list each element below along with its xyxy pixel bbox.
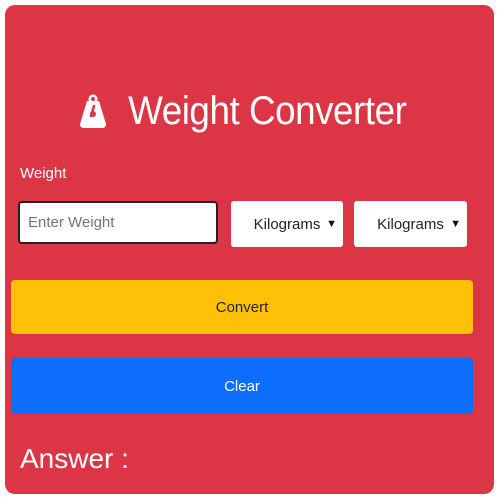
from-unit-value: Kilograms xyxy=(253,215,321,233)
title-row: Weight Converter xyxy=(5,81,494,141)
convert-button[interactable]: Convert xyxy=(11,280,473,334)
chevron-down-icon: ▼ xyxy=(326,218,337,230)
weight-input[interactable] xyxy=(18,201,218,244)
to-unit-select[interactable]: Kilograms ▼ xyxy=(354,201,467,247)
converter-card: Weight Converter Weight Kilograms ▼ Kilo… xyxy=(5,5,494,494)
clear-button[interactable]: Clear xyxy=(11,358,473,414)
to-unit-value: Kilograms xyxy=(377,215,444,233)
chevron-down-icon: ▼ xyxy=(450,218,461,230)
weight-label: Weight xyxy=(20,165,67,182)
answer-label: Answer : xyxy=(20,443,129,474)
from-unit-select[interactable]: Kilograms ▼ xyxy=(231,201,343,247)
weight-icon xyxy=(80,86,107,136)
page-title: Weight Converter xyxy=(128,88,407,133)
